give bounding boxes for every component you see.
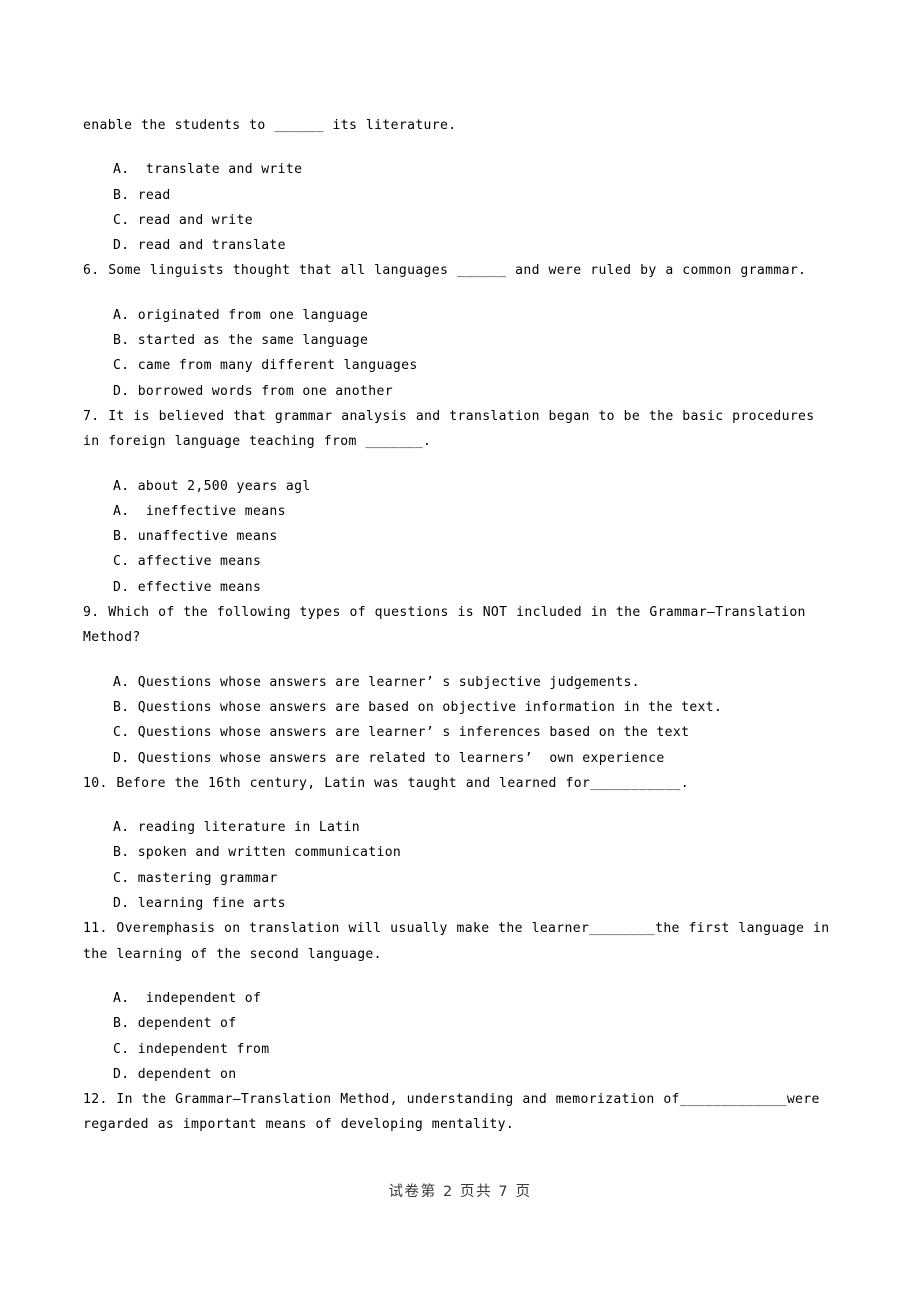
option-item[interactable]: D. learning fine arts xyxy=(113,891,839,916)
page-footer: 试卷第 2 页共 7 页 xyxy=(388,1184,532,1200)
option-item[interactable]: C. came from many different languages xyxy=(113,353,839,378)
question-stem-9: 9. Which of the following types of quest… xyxy=(83,605,815,646)
question-stem-6: 6. Some linguists thought that all langu… xyxy=(83,263,807,279)
option-item[interactable]: C. read and write xyxy=(113,208,839,233)
option-item[interactable]: A. translate and write xyxy=(113,157,839,182)
option-item[interactable]: D. borrowed words from one another xyxy=(113,379,839,404)
question-stem: enable the students to ______ its litera… xyxy=(83,118,457,133)
question-stem-7: 7. It is believed that grammar analysis … xyxy=(83,408,824,450)
question-stem-12: 12. In the Grammar—Translation Method, u… xyxy=(83,1092,829,1133)
option-list-10: A. reading literature in Latin B. spoken… xyxy=(83,796,839,916)
option-item[interactable]: D. dependent on xyxy=(113,1062,839,1087)
option-item[interactable]: D. read and translate xyxy=(113,233,839,258)
option-list-7: A. about 2,500 years agl A. ineffective … xyxy=(83,455,839,600)
option-item[interactable]: A. about 2,500 years agl xyxy=(113,474,839,499)
option-list-9: A. Questions whose answers are learner’ … xyxy=(83,651,839,771)
option-item[interactable]: A. originated from one language xyxy=(113,303,839,328)
question-stem-11: 11. Overemphasis on translation will usu… xyxy=(83,921,839,962)
option-item[interactable]: A. Questions whose answers are learner’ … xyxy=(113,670,839,695)
page-content: enable the students to ______ its litera… xyxy=(83,113,839,1138)
option-item[interactable]: B. Questions whose answers are based on … xyxy=(113,695,839,720)
option-item[interactable]: B. read xyxy=(113,183,839,208)
option-item[interactable]: B. unaffective means xyxy=(113,524,839,549)
option-item[interactable]: C. affective means xyxy=(113,549,839,574)
option-item[interactable]: B. started as the same language xyxy=(113,328,839,353)
option-item[interactable]: C. independent from xyxy=(113,1037,839,1062)
option-item[interactable]: B. dependent of xyxy=(113,1011,839,1036)
option-item[interactable]: C. Questions whose answers are learner’ … xyxy=(113,720,839,745)
option-item[interactable]: B. spoken and written communication xyxy=(113,840,839,865)
question-stem-10: 10. Before the 16th century, Latin was t… xyxy=(83,775,690,791)
option-list-6: A. originated from one language B. start… xyxy=(83,284,839,404)
option-list: A. translate and write B. read C. read a… xyxy=(83,138,839,258)
option-list-11: A. independent of B. dependent of C. ind… xyxy=(83,967,839,1087)
option-item[interactable]: D. effective means xyxy=(113,575,839,600)
option-item[interactable]: A. independent of xyxy=(113,986,839,1011)
option-item[interactable]: C. mastering grammar xyxy=(113,866,839,891)
option-item[interactable]: A. ineffective means xyxy=(113,499,839,524)
option-item[interactable]: A. reading literature in Latin xyxy=(113,815,839,840)
document-page: enable the students to ______ its litera… xyxy=(0,0,920,1302)
option-item[interactable]: D. Questions whose answers are related t… xyxy=(113,746,839,771)
